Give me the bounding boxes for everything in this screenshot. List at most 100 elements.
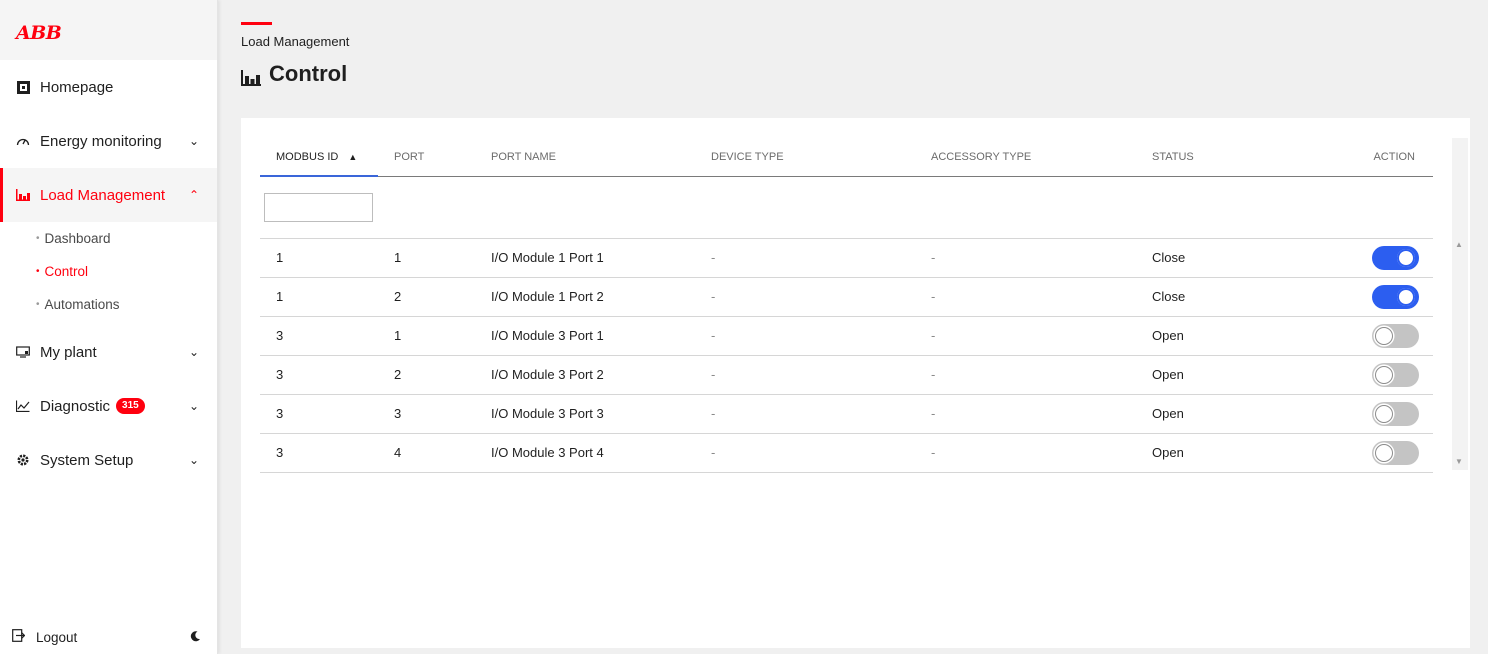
diagnostic-count-badge: 315 (116, 398, 145, 414)
cell-modbus-id: 3 (260, 433, 378, 473)
table-row: 1 2 I/O Module 1 Port 2 - - Close (260, 277, 1433, 317)
load-management-submenu: • Dashboard • Control • Automations (0, 222, 217, 325)
control-table: MODBUS ID ▲ PORT PORT NAME DEVICE TYPE AC… (260, 138, 1433, 473)
submenu-item-automations[interactable]: • Automations (36, 288, 217, 321)
sidebar-nav-lower: My plant ⌄ Diagnostic 315 ⌄ System Setup… (0, 325, 217, 487)
column-header-device-type[interactable]: DEVICE TYPE (695, 138, 915, 177)
toggle-knob (1375, 326, 1393, 345)
toggle-knob (1397, 287, 1415, 306)
column-header-port-name[interactable]: PORT NAME (475, 138, 695, 177)
cell-status: Open (1136, 316, 1286, 356)
filter-row (260, 176, 1433, 239)
sidebar-item-label: My plant (40, 343, 97, 361)
toggle-knob (1375, 443, 1393, 462)
dark-mode-moon-icon[interactable] (189, 629, 201, 645)
sidebar-item-homepage[interactable]: Homepage (0, 60, 217, 114)
breadcrumb[interactable]: Load Management (241, 34, 349, 49)
main-content: Load Management Control MODBUS ID ▲ PORT … (218, 0, 1488, 654)
logout-link[interactable]: Logout (36, 630, 189, 645)
cell-status: Open (1136, 394, 1286, 434)
port-toggle[interactable] (1372, 401, 1419, 426)
cell-port-name: I/O Module 3 Port 3 (475, 394, 695, 434)
cell-accessory-type: - (915, 277, 1136, 317)
sidebar-item-system-setup[interactable]: System Setup ⌄ (0, 433, 217, 487)
sidebar: ABB Homepage Energy monitoring ⌄ Load Ma… (0, 0, 218, 654)
column-header-label: MODBUS ID (276, 150, 339, 163)
cell-accessory-type: - (915, 433, 1136, 473)
table-row: 3 1 I/O Module 3 Port 1 - - Open (260, 316, 1433, 356)
filter-cell-empty (378, 176, 475, 239)
sort-ascending-icon: ▲ (348, 151, 358, 162)
column-header-modbus-id[interactable]: MODBUS ID ▲ (260, 138, 378, 177)
gauge-icon (16, 134, 30, 148)
page-title-text: Control (269, 61, 348, 86)
cell-port-name: I/O Module 1 Port 1 (475, 238, 695, 278)
sidebar-item-energy-monitoring[interactable]: Energy monitoring ⌄ (0, 114, 217, 168)
cell-status: Open (1136, 433, 1286, 473)
column-header-accessory-type[interactable]: ACCESSORY TYPE (915, 138, 1136, 177)
submenu-item-label: Automations (44, 297, 120, 312)
sidebar-item-label: Homepage (40, 78, 114, 96)
table-row: 1 1 I/O Module 1 Port 1 - - Close (260, 238, 1433, 278)
cell-device-type: - (695, 355, 915, 395)
bullet-icon: • (36, 266, 40, 277)
cell-modbus-id: 3 (260, 394, 378, 434)
table-row: 3 3 I/O Module 3 Port 3 - - Open (260, 394, 1433, 434)
filter-cell-empty (695, 176, 915, 239)
column-header-status[interactable]: STATUS (1136, 138, 1286, 177)
port-toggle[interactable] (1372, 362, 1419, 387)
line-chart-icon (16, 399, 30, 413)
sidebar-item-load-management[interactable]: Load Management ⌃ (0, 168, 217, 222)
toggle-knob (1375, 404, 1393, 423)
page-title: Control (241, 61, 347, 87)
sidebar-item-diagnostic[interactable]: Diagnostic 315 ⌄ (0, 379, 217, 433)
abb-logo[interactable]: ABB (16, 22, 62, 44)
cell-action (1286, 394, 1433, 434)
sidebar-item-label: Energy monitoring (40, 132, 162, 150)
filter-cell-empty (915, 176, 1136, 239)
cell-device-type: - (695, 316, 915, 356)
filter-cell-empty (1136, 176, 1286, 239)
port-toggle[interactable] (1372, 284, 1419, 309)
chevron-down-icon[interactable]: ⌄ (187, 453, 201, 467)
bar-chart-icon (16, 188, 30, 202)
home-square-icon (16, 80, 30, 94)
filter-cell (260, 176, 378, 239)
cell-port-name: I/O Module 3 Port 2 (475, 355, 695, 395)
table-scrollbar[interactable]: ▲ ▼ (1452, 138, 1468, 470)
scroll-down-arrow-icon[interactable]: ▼ (1455, 457, 1463, 466)
column-header-port[interactable]: PORT (378, 138, 475, 177)
cell-port: 4 (378, 433, 475, 473)
sidebar-item-my-plant[interactable]: My plant ⌄ (0, 325, 217, 379)
filter-cell-empty (475, 176, 695, 239)
filter-cell-empty (1286, 176, 1433, 239)
port-toggle[interactable] (1372, 245, 1419, 270)
cell-status: Open (1136, 355, 1286, 395)
chevron-down-icon[interactable]: ⌄ (187, 399, 201, 413)
sidebar-item-label: Load Management (40, 186, 166, 204)
port-toggle[interactable] (1372, 323, 1419, 348)
cell-action (1286, 238, 1433, 278)
submenu-item-dashboard[interactable]: • Dashboard (36, 222, 217, 255)
cell-port: 2 (378, 355, 475, 395)
modbus-id-filter-input[interactable] (264, 192, 373, 222)
cell-accessory-type: - (915, 394, 1136, 434)
cell-device-type: - (695, 433, 915, 473)
monitor-icon (16, 345, 30, 359)
cell-device-type: - (695, 238, 915, 278)
cell-port-name: I/O Module 3 Port 1 (475, 316, 695, 356)
submenu-item-control[interactable]: • Control (36, 255, 217, 288)
cell-action (1286, 355, 1433, 395)
port-toggle[interactable] (1372, 440, 1419, 465)
toggle-knob (1397, 248, 1415, 267)
cell-modbus-id: 1 (260, 277, 378, 317)
scroll-up-arrow-icon[interactable]: ▲ (1455, 240, 1463, 249)
chevron-up-icon[interactable]: ⌃ (187, 188, 201, 202)
cell-port-name: I/O Module 3 Port 4 (475, 433, 695, 473)
cell-device-type: - (695, 277, 915, 317)
chevron-down-icon[interactable]: ⌄ (187, 345, 201, 359)
toggle-knob (1375, 365, 1393, 384)
chevron-down-icon[interactable]: ⌄ (187, 134, 201, 148)
sidebar-item-label: System Setup (40, 451, 134, 469)
gear-icon (16, 453, 30, 467)
